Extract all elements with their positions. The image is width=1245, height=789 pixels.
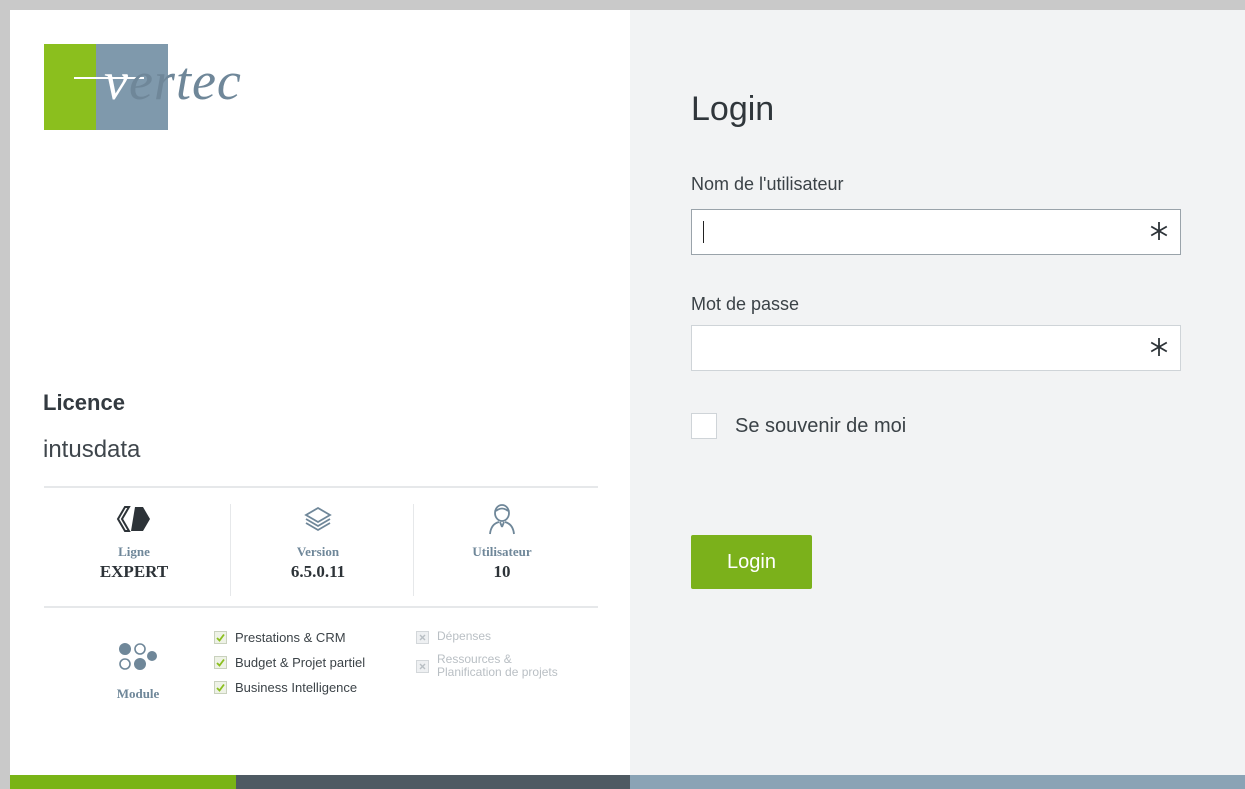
module-name: Prestations & CRM xyxy=(235,630,346,645)
checkbox-checked-icon xyxy=(214,631,227,644)
module-name: Budget & Projet partiel xyxy=(235,655,366,670)
logo-wordmark: vertec xyxy=(104,51,242,111)
stat-version: Version 6.5.0.11 xyxy=(228,500,408,582)
remember-me[interactable]: Se souvenir de moi xyxy=(691,413,906,439)
stat-users-label: Utilisateur xyxy=(472,544,532,559)
module-name: Dépenses xyxy=(437,629,492,643)
checkbox-crossed-icon xyxy=(416,631,429,644)
footer-bar-green xyxy=(10,775,236,789)
module-item: Budget & Projet partiel xyxy=(214,655,365,671)
text-caret xyxy=(703,221,704,243)
username-input[interactable] xyxy=(700,216,1134,250)
checkbox-checked-icon xyxy=(214,681,227,694)
required-asterisk-icon xyxy=(1150,222,1168,240)
module-name: Ressources & Planification de projets xyxy=(437,652,558,679)
footer-bar-dark xyxy=(236,775,630,789)
footer-bar-blue xyxy=(630,775,1245,789)
login-panel: Login Nom de l'utilisateur Mot de passe … xyxy=(630,10,1245,775)
layers-icon xyxy=(228,500,408,538)
stat-users-value: 10 xyxy=(493,562,511,581)
module-name: Business Intelligence xyxy=(235,680,358,695)
module-item: Prestations & CRM xyxy=(214,630,365,646)
divider-top xyxy=(44,486,598,488)
login-title: Login xyxy=(691,90,775,128)
module-item: Business Intelligence xyxy=(214,680,365,696)
password-field[interactable] xyxy=(691,325,1181,371)
license-panel: vertec Licence intusdata Ligne EXPERT Ve… xyxy=(10,10,630,775)
divider-bottom xyxy=(44,606,598,608)
login-button[interactable]: Login xyxy=(691,535,812,589)
logo-green-block xyxy=(44,44,96,130)
disabled-modules-list: Dépenses Ressources & Planification de p… xyxy=(416,630,558,688)
enabled-modules-list: Prestations & CRM Budget & Projet partie… xyxy=(214,630,365,705)
required-asterisk-icon xyxy=(1150,338,1168,356)
username-label: Nom de l'utilisateur xyxy=(691,174,844,194)
user-icon xyxy=(412,500,592,538)
checkbox-crossed-icon xyxy=(416,660,429,673)
modules-icon xyxy=(116,640,158,683)
username-field[interactable] xyxy=(691,209,1181,255)
vertec-logo: vertec xyxy=(44,44,344,134)
window-frame-top xyxy=(0,0,1245,10)
window-frame-left xyxy=(0,0,10,789)
stat-line: Ligne EXPERT xyxy=(44,500,224,582)
remember-me-checkbox[interactable] xyxy=(691,413,717,439)
stat-line-value: EXPERT xyxy=(99,562,169,581)
stat-line-label: Ligne xyxy=(118,544,150,559)
module-item-disabled: Dépenses xyxy=(416,630,558,644)
stat-users: Utilisateur 10 xyxy=(412,500,592,582)
stat-version-value: 6.5.0.11 xyxy=(290,562,346,581)
password-label: Mot de passe xyxy=(691,294,800,314)
remember-me-label[interactable]: Se souvenir de moi xyxy=(735,415,906,438)
module-item-disabled: Ressources & Planification de projets xyxy=(416,653,558,679)
product-line-icon xyxy=(44,500,224,538)
licence-value: intusdata xyxy=(43,436,141,463)
stat-version-label: Version xyxy=(296,544,340,559)
password-input[interactable] xyxy=(700,332,1134,366)
licence-label: Licence xyxy=(43,390,125,415)
modules-label: Module xyxy=(116,686,160,701)
checkbox-checked-icon xyxy=(214,656,227,669)
